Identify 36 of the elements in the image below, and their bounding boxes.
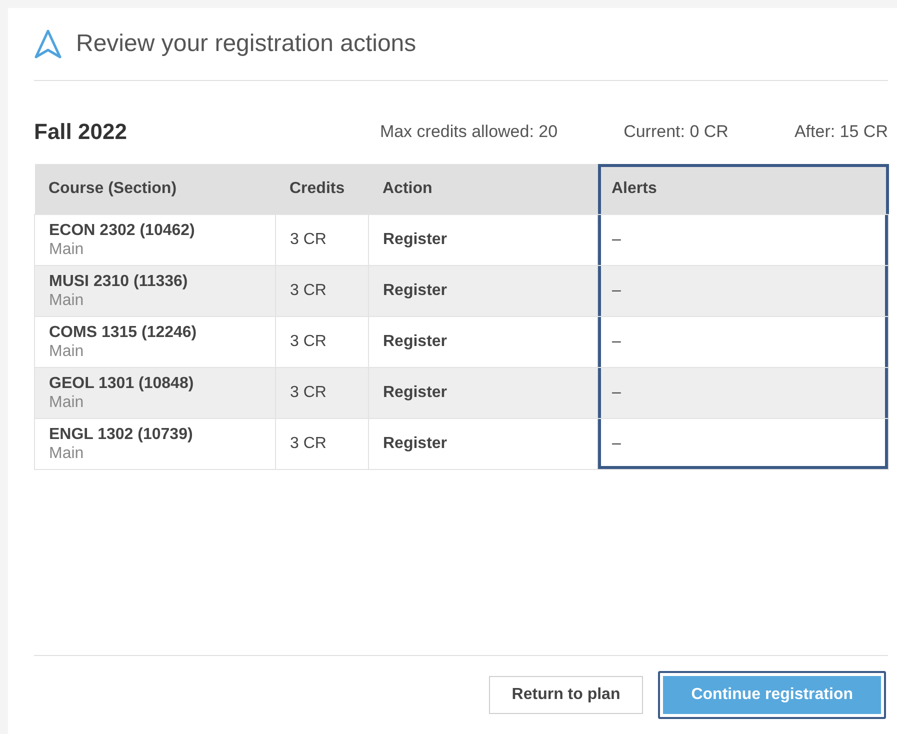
alerts-cell: – [598, 367, 888, 418]
credits-cell: 3 CR [276, 418, 368, 469]
campus-label: Main [49, 444, 85, 462]
credits-cell: 3 CR [276, 265, 368, 316]
course-name: ENGL 1302 (10739) [49, 424, 194, 444]
column-header: Alerts [598, 164, 888, 214]
action-cell: Register [368, 316, 598, 367]
alerts-cell: – [598, 418, 888, 469]
credits-cell: 3 CR [276, 367, 368, 418]
credits-cell: 3 CR [276, 214, 368, 265]
max-credits-label: Max credits allowed: 20 [380, 122, 558, 142]
alerts-cell: – [598, 316, 888, 367]
term-name: Fall 2022 [34, 119, 128, 145]
action-cell: Register [368, 418, 598, 469]
current-credits-label: Current: 0 CR [624, 122, 728, 142]
navigation-arrow-icon [34, 29, 62, 59]
action-cell: Register [368, 214, 598, 265]
column-header: Action [368, 164, 598, 214]
campus-label: Main [49, 240, 85, 258]
column-header: Credits [276, 164, 368, 214]
credits-cell: 3 CR [276, 316, 368, 367]
alerts-cell: – [598, 214, 888, 265]
course-name: MUSI 2310 (11336) [49, 272, 189, 290]
return-button[interactable]: Return to plan [488, 676, 644, 714]
action-cell: Register [368, 265, 598, 316]
campus-label: Main [49, 290, 85, 310]
column-header: Course (Section) [34, 164, 276, 214]
course-name: ECON 2302 (10462) [49, 220, 196, 240]
campus-label: Main [49, 392, 85, 412]
campus-label: Main [49, 342, 85, 360]
alerts-cell: – [598, 265, 888, 316]
course-name: COMS 1315 (12246) [49, 322, 198, 342]
after-credits-label: After: 15 CR [794, 122, 888, 142]
dialog-title: Review your registration actions [76, 30, 416, 58]
action-cell: Register [368, 367, 598, 418]
course-name: GEOL 1301 (10848) [49, 374, 195, 392]
